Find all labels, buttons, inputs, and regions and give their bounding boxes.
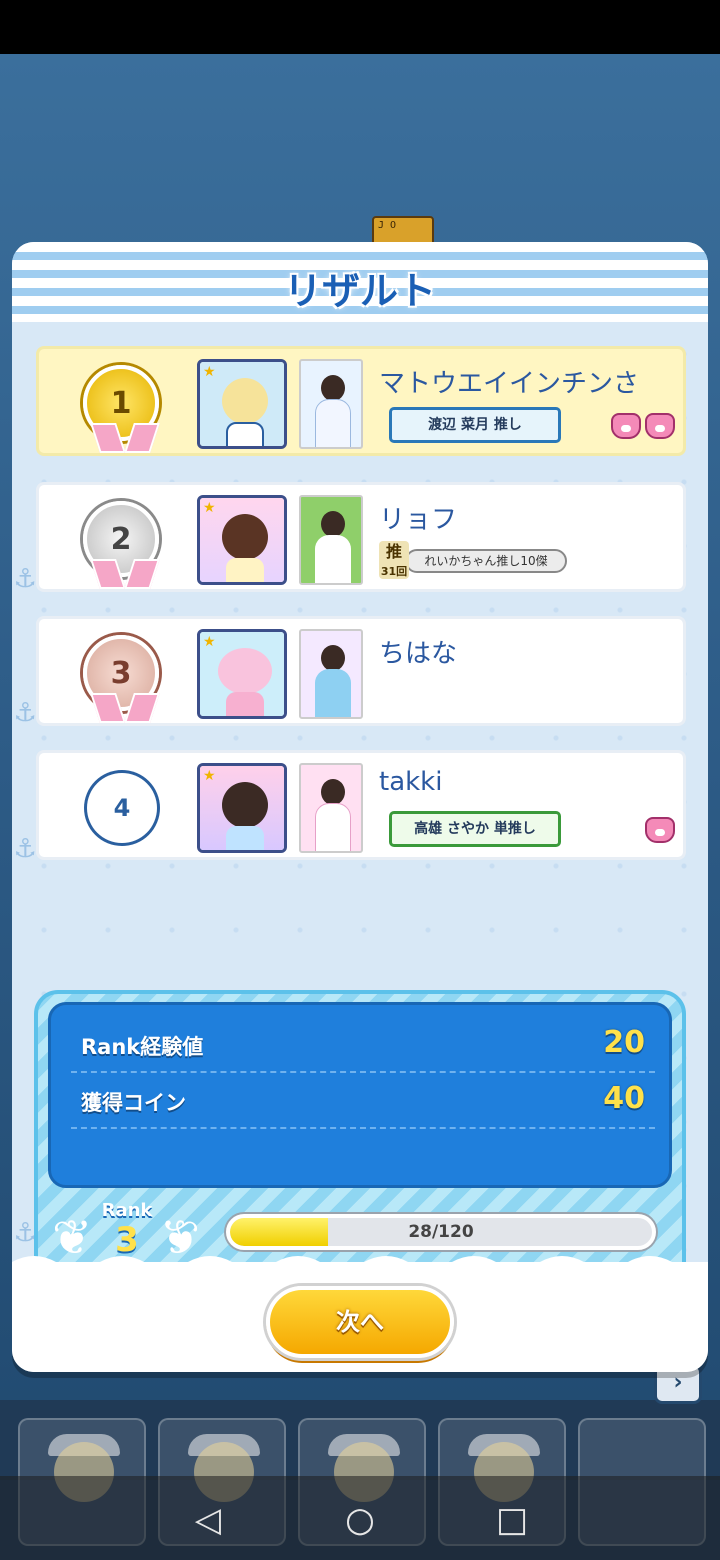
stats-panel: Rank経験値 20 獲得コイン 40 — [48, 1002, 672, 1188]
player-name: takki — [379, 767, 443, 797]
avatar[interactable]: ★ — [197, 359, 287, 449]
recents-icon[interactable]: □ — [484, 1492, 540, 1548]
result-modal: リザルト ⚓⚓⚓⚓⚓⚓⚓⚓⚓⚓ ⚓⚓⚓⚓⚓⚓⚓⚓⚓⚓ ⚓⚓⚓⚓⚓⚓⚓⚓⚓⚓ ⚓⚓… — [12, 242, 708, 1372]
rank-exp-value: 20 — [603, 1025, 645, 1060]
member-photo — [299, 495, 363, 585]
star-icon: ★ — [203, 500, 216, 516]
coin-value: 40 — [603, 1081, 645, 1116]
member-photo — [299, 763, 363, 853]
system-nav-bar: ◁ ○ □ — [0, 1476, 720, 1560]
player-row-1[interactable]: 1 ★ マトウエイインチンさ 渡辺 菜月 推し — [36, 346, 686, 456]
pig-icon — [645, 413, 675, 439]
exp-progress-bar: 28/120 — [226, 1214, 656, 1250]
exp-progress-text: 28/120 — [408, 1222, 474, 1242]
status-bar — [0, 0, 720, 54]
rank-caption: Rank — [101, 1200, 153, 1221]
modal-title: リザルト — [283, 269, 436, 313]
rank-circle-icon: 4 — [87, 773, 157, 843]
coin-row: 獲得コイン 40 — [71, 1073, 655, 1129]
home-icon[interactable]: ○ — [332, 1492, 388, 1548]
avatar[interactable]: ★ — [197, 763, 287, 853]
player-name: リョフ — [379, 505, 458, 535]
avatar[interactable]: ★ — [197, 495, 287, 585]
player-row-2[interactable]: 2 ★ リョフ れいかちゃん推し10傑 推 31回 — [36, 482, 686, 592]
player-name: マトウエイインチンさ — [379, 369, 640, 399]
next-button[interactable]: 次へ — [266, 1286, 454, 1358]
member-photo — [299, 359, 363, 449]
pig-icon — [645, 817, 675, 843]
star-icon: ★ — [203, 364, 216, 380]
player-name: ちはな — [379, 639, 458, 669]
oshi-title: れいかちゃん推し10傑 — [405, 549, 567, 573]
rank-exp-label: Rank経験値 — [81, 1035, 204, 1059]
oshi-badge: 渡辺 菜月 推し — [389, 407, 561, 443]
member-photo — [299, 629, 363, 719]
player-row-4[interactable]: 4 ★ takki 高雄 さやか 単推し — [36, 750, 686, 860]
oshi-count: 31回 — [380, 565, 408, 578]
oshi-badge: 高雄 さやか 単推し — [389, 811, 561, 847]
back-icon[interactable]: ◁ — [180, 1492, 236, 1548]
modal-header: リザルト — [12, 242, 708, 322]
pig-icon — [611, 413, 641, 439]
modal-body: ⚓⚓⚓⚓⚓⚓⚓⚓⚓⚓ ⚓⚓⚓⚓⚓⚓⚓⚓⚓⚓ ⚓⚓⚓⚓⚓⚓⚓⚓⚓⚓ ⚓⚓⚓⚓⚓⚓⚓… — [12, 322, 708, 1294]
player-row-3[interactable]: 3 ★ ちはな — [36, 616, 686, 726]
oshi-record: れいかちゃん推し10傑 推 31回 — [379, 541, 569, 579]
stats-area: Rank経験値 20 獲得コイン 40 ❦ ❦ Rank 3 28/120 — [34, 990, 686, 1294]
star-icon: ★ — [203, 768, 216, 784]
coin-label: 獲得コイン — [81, 1091, 186, 1115]
avatar[interactable]: ★ — [197, 629, 287, 719]
star-icon: ★ — [203, 634, 216, 650]
rank-exp-row: Rank経験値 20 — [71, 1017, 655, 1073]
